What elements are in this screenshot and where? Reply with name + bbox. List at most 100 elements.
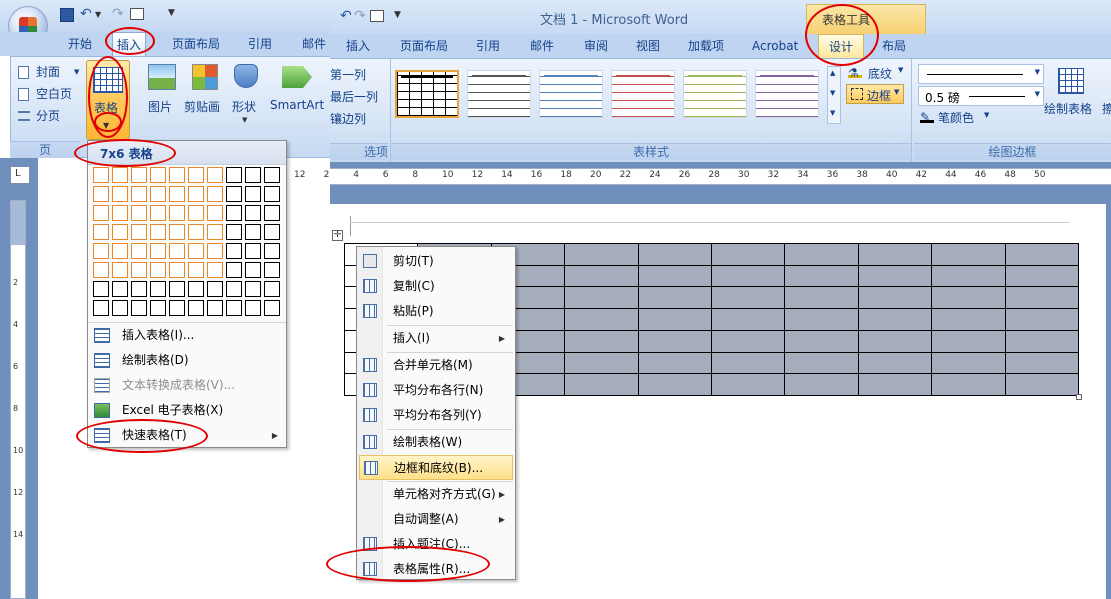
qat-undo-icon-2[interactable]: ↶ — [340, 8, 352, 24]
qat-redo-icon[interactable]: ↷ — [112, 6, 124, 22]
grid-cell[interactable] — [207, 224, 223, 240]
qat-dropdown-icon[interactable]: ▼ — [95, 10, 101, 19]
qat-customize-icon[interactable]: ▼ — [168, 8, 175, 18]
grid-cell[interactable] — [264, 224, 280, 240]
grid-cell[interactable] — [207, 205, 223, 221]
grid-cell[interactable] — [188, 281, 204, 297]
table-cell[interactable] — [564, 243, 639, 266]
grid-cell[interactable] — [112, 262, 128, 278]
grid-cell[interactable] — [169, 262, 185, 278]
table-menu-item[interactable]: Excel 电子表格(X) — [88, 398, 286, 423]
grid-cell[interactable] — [188, 186, 204, 202]
grid-cell[interactable] — [188, 262, 204, 278]
grid-cell[interactable] — [188, 167, 204, 183]
grid-cell[interactable] — [188, 224, 204, 240]
table-cell[interactable] — [1004, 373, 1079, 396]
context-menu-item[interactable]: 粘贴(P) — [359, 299, 513, 324]
qat-open-icon-2[interactable] — [370, 10, 384, 22]
shapes-button[interactable]: 形状 ▼ — [228, 62, 264, 132]
grid-cell[interactable] — [226, 186, 242, 202]
table-cell[interactable] — [784, 264, 859, 288]
grid-cell[interactable] — [112, 186, 128, 202]
grid-cell[interactable] — [150, 243, 166, 259]
table-button[interactable]: 表格 ▼ — [86, 60, 130, 140]
grid-cell[interactable] — [112, 243, 128, 259]
tab-design[interactable]: 设计 — [818, 34, 865, 59]
table-style-swatch[interactable] — [539, 70, 603, 118]
grid-cell[interactable] — [169, 300, 185, 316]
table-cell[interactable] — [711, 308, 786, 331]
table-cell[interactable] — [931, 373, 1006, 396]
tab-review[interactable]: 审阅 — [580, 34, 612, 58]
grid-cell[interactable] — [93, 186, 109, 202]
grid-cell[interactable] — [264, 186, 280, 202]
table-cell[interactable] — [857, 264, 933, 288]
tab-references-2[interactable]: 引用 — [472, 34, 504, 58]
table-cell[interactable] — [784, 308, 859, 331]
grid-cell[interactable] — [264, 262, 280, 278]
grid-cell[interactable] — [207, 281, 223, 297]
table-cell[interactable] — [1004, 308, 1079, 331]
grid-cell[interactable] — [131, 167, 147, 183]
grid-cell[interactable] — [245, 300, 261, 316]
qat-customize-icon-2[interactable]: ▼ — [394, 10, 401, 20]
table-cell[interactable] — [637, 243, 712, 266]
table-style-swatch[interactable] — [611, 70, 675, 118]
grid-cell[interactable] — [93, 205, 109, 221]
tab-mailings[interactable]: 邮件 — [298, 32, 330, 56]
context-menu-item[interactable]: 合并单元格(M) — [359, 353, 513, 378]
grid-cell[interactable] — [169, 224, 185, 240]
grid-cell[interactable] — [150, 167, 166, 183]
table-cell[interactable] — [711, 351, 786, 375]
clipart-button[interactable]: 剪贴画 — [184, 62, 224, 122]
grid-cell[interactable] — [93, 243, 109, 259]
context-menu-item[interactable]: 表格属性(R)... — [359, 557, 513, 582]
table-cell[interactable] — [564, 286, 639, 310]
eraser-button[interactable]: 擦 — [1102, 100, 1111, 117]
table-cell[interactable] — [637, 264, 712, 288]
grid-cell[interactable] — [169, 186, 185, 202]
table-cell[interactable] — [564, 264, 639, 288]
table-style-swatch[interactable] — [395, 70, 459, 118]
grid-cell[interactable] — [245, 262, 261, 278]
grid-cell[interactable] — [112, 205, 128, 221]
table-cell[interactable] — [711, 373, 786, 396]
grid-cell[interactable] — [131, 300, 147, 316]
grid-cell[interactable] — [264, 300, 280, 316]
grid-cell[interactable] — [245, 205, 261, 221]
tab-home[interactable]: 开始 — [64, 32, 96, 56]
qat-undo-icon[interactable]: ↶ — [80, 6, 92, 22]
table-cell[interactable] — [637, 286, 712, 310]
context-menu-item[interactable]: 自动调整(A) ▶ — [359, 507, 513, 532]
qat-save-icon[interactable] — [60, 8, 74, 22]
table-cell[interactable] — [564, 329, 639, 353]
tab-layout[interactable]: 布局 — [878, 34, 910, 58]
table-cell[interactable] — [857, 243, 933, 266]
grid-cell[interactable] — [131, 186, 147, 202]
table-cell[interactable] — [931, 286, 1006, 310]
grid-cell[interactable] — [150, 281, 166, 297]
grid-cell[interactable] — [112, 300, 128, 316]
grid-cell[interactable] — [112, 281, 128, 297]
table-cell[interactable] — [711, 329, 786, 353]
table-cell[interactable] — [857, 329, 933, 353]
smartart-button[interactable]: SmartArt — [268, 62, 328, 122]
table-cell[interactable] — [1004, 286, 1079, 310]
table-cell[interactable] — [931, 243, 1006, 266]
context-menu-item[interactable]: 绘制表格(W) — [359, 430, 513, 455]
grid-cell[interactable] — [245, 186, 261, 202]
grid-cell[interactable] — [150, 205, 166, 221]
tab-references[interactable]: 引用 — [244, 32, 276, 56]
table-menu-item[interactable]: 快速表格(T) ▶ — [88, 423, 286, 448]
grid-cell[interactable] — [226, 243, 242, 259]
context-menu-item[interactable]: 剪切(T) — [359, 249, 513, 274]
table-resize-handle[interactable] — [1076, 394, 1082, 400]
table-cell[interactable] — [857, 373, 933, 396]
grid-cell[interactable] — [207, 243, 223, 259]
grid-cell[interactable] — [264, 205, 280, 221]
table-cell[interactable] — [784, 286, 859, 310]
context-menu-item[interactable]: 插入题注(C)... — [359, 532, 513, 557]
grid-cell[interactable] — [131, 262, 147, 278]
line-style-select[interactable]: ▼ — [918, 64, 1044, 84]
table-cell[interactable] — [857, 286, 933, 310]
